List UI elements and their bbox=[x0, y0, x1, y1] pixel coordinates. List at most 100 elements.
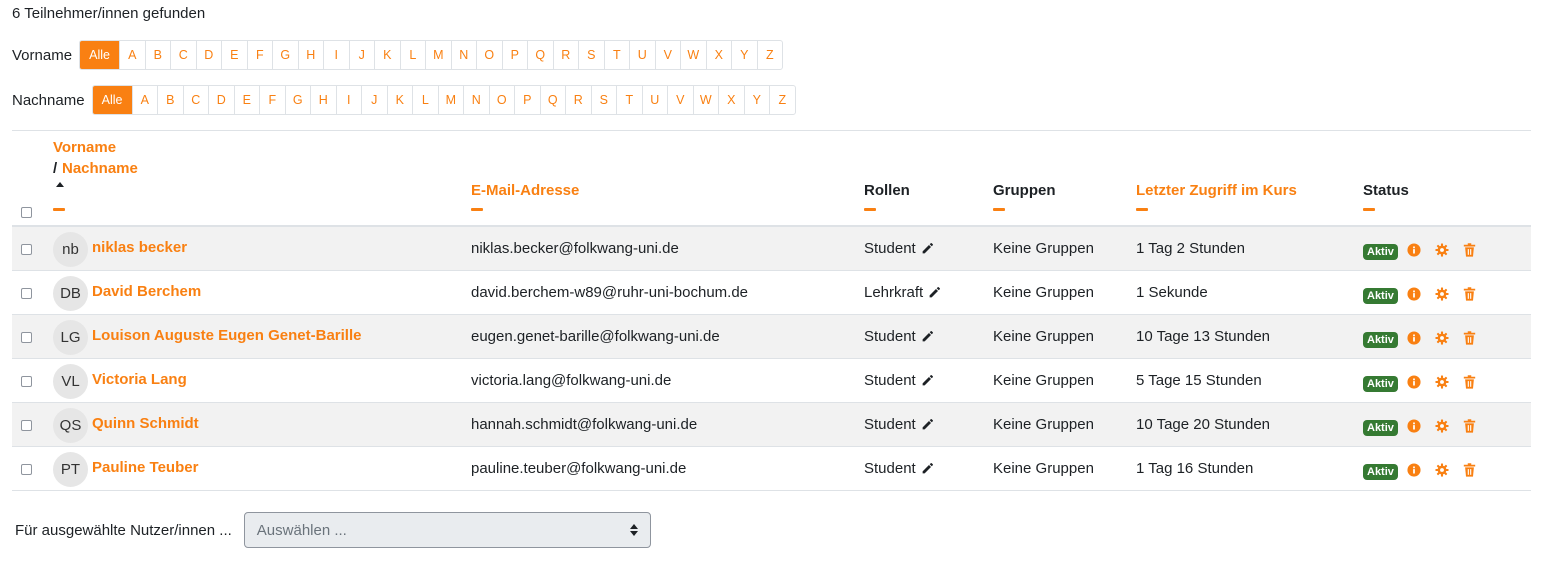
gear-icon[interactable] bbox=[1435, 419, 1449, 433]
participant-name-link[interactable]: niklas becker bbox=[92, 239, 187, 256]
trash-icon[interactable] bbox=[1463, 243, 1476, 257]
row-select-checkbox[interactable] bbox=[21, 288, 32, 299]
firstname-letter-u[interactable]: U bbox=[629, 41, 655, 69]
gear-icon[interactable] bbox=[1435, 331, 1449, 345]
lastname-letter-a[interactable]: A bbox=[131, 86, 158, 114]
lastname-letter-j[interactable]: J bbox=[361, 86, 387, 114]
sort-last-access-link[interactable]: Letzter Zugriff im Kurs bbox=[1136, 182, 1297, 199]
info-icon[interactable] bbox=[1407, 287, 1421, 301]
select-all-checkbox[interactable] bbox=[21, 207, 32, 218]
info-icon[interactable] bbox=[1407, 331, 1421, 345]
info-icon[interactable] bbox=[1407, 419, 1421, 433]
firstname-letter-t[interactable]: T bbox=[603, 41, 630, 69]
participant-name-link[interactable]: Quinn Schmidt bbox=[92, 415, 199, 432]
gear-icon[interactable] bbox=[1435, 463, 1449, 477]
lastname-letter-d[interactable]: D bbox=[208, 86, 234, 114]
firstname-letter-x[interactable]: X bbox=[705, 41, 732, 69]
lastname-letter-g[interactable]: G bbox=[284, 86, 311, 114]
lastname-letter-o[interactable]: O bbox=[488, 86, 515, 114]
firstname-letter-l[interactable]: L bbox=[399, 41, 426, 69]
lastname-letter-y[interactable]: Y bbox=[743, 86, 770, 114]
firstname-letter-h[interactable]: H bbox=[297, 41, 324, 69]
lastname-letter-i[interactable]: I bbox=[335, 86, 362, 114]
gear-icon[interactable] bbox=[1435, 375, 1449, 389]
row-select-checkbox[interactable] bbox=[21, 420, 32, 431]
firstname-letter-q[interactable]: Q bbox=[527, 41, 553, 69]
lastname-letter-l[interactable]: L bbox=[412, 86, 438, 114]
trash-icon[interactable] bbox=[1463, 331, 1476, 345]
firstname-letter-p[interactable]: P bbox=[501, 41, 528, 69]
lastname-letter-m[interactable]: M bbox=[437, 86, 464, 114]
trash-icon[interactable] bbox=[1463, 375, 1476, 389]
row-select-checkbox[interactable] bbox=[21, 244, 32, 255]
pencil-icon[interactable] bbox=[916, 374, 934, 387]
pencil-icon[interactable] bbox=[916, 330, 934, 343]
firstname-letter-r[interactable]: R bbox=[552, 41, 579, 69]
bulk-action-select[interactable]: Auswählen ... bbox=[243, 512, 651, 548]
lastname-letter-alle[interactable]: Alle bbox=[92, 86, 132, 114]
firstname-letter-j[interactable]: J bbox=[348, 41, 375, 69]
firstname-letter-b[interactable]: B bbox=[144, 41, 171, 69]
pencil-icon[interactable] bbox=[916, 242, 934, 255]
lastname-letter-h[interactable]: H bbox=[310, 86, 336, 114]
firstname-letter-f[interactable]: F bbox=[246, 41, 273, 69]
lastname-letter-v[interactable]: V bbox=[667, 86, 693, 114]
info-icon[interactable] bbox=[1407, 243, 1421, 257]
row-select-checkbox[interactable] bbox=[21, 376, 32, 387]
firstname-letter-n[interactable]: N bbox=[450, 41, 477, 69]
pencil-icon[interactable] bbox=[916, 462, 934, 475]
sort-email-link[interactable]: E-Mail-Adresse bbox=[471, 182, 579, 199]
lastname-letter-f[interactable]: F bbox=[259, 86, 285, 114]
lastname-letter-s[interactable]: S bbox=[590, 86, 617, 114]
firstname-letter-y[interactable]: Y bbox=[731, 41, 757, 69]
gear-icon[interactable] bbox=[1435, 243, 1449, 257]
firstname-letter-s[interactable]: S bbox=[578, 41, 604, 69]
lastname-letter-w[interactable]: W bbox=[692, 86, 719, 114]
firstname-letter-g[interactable]: G bbox=[272, 41, 298, 69]
avatar: PT bbox=[53, 452, 88, 487]
firstname-letter-o[interactable]: O bbox=[476, 41, 502, 69]
lastname-letter-q[interactable]: Q bbox=[539, 86, 566, 114]
pencil-icon[interactable] bbox=[923, 286, 941, 299]
row-select-checkbox[interactable] bbox=[21, 332, 32, 343]
trash-icon[interactable] bbox=[1463, 419, 1476, 433]
gear-icon[interactable] bbox=[1435, 287, 1449, 301]
lastname-letter-x[interactable]: X bbox=[718, 86, 744, 114]
lastname-letter-b[interactable]: B bbox=[157, 86, 183, 114]
firstname-letter-z[interactable]: Z bbox=[756, 41, 783, 69]
lastname-letter-k[interactable]: K bbox=[386, 86, 413, 114]
info-icon[interactable] bbox=[1407, 375, 1421, 389]
firstname-letter-c[interactable]: C bbox=[170, 41, 196, 69]
participant-name-link[interactable]: Victoria Lang bbox=[92, 371, 187, 388]
row-select-checkbox[interactable] bbox=[21, 464, 32, 475]
lastname-letter-bar: Alle A B C D E F G H I J K L M N O P Q R S T U V W X Y Z bbox=[91, 85, 796, 115]
sort-firstname-link[interactable]: Vorname bbox=[53, 139, 116, 156]
trash-icon[interactable] bbox=[1463, 463, 1476, 477]
lastname-letter-t[interactable]: T bbox=[616, 86, 642, 114]
info-icon[interactable] bbox=[1407, 463, 1421, 477]
participant-name-link[interactable]: David Berchem bbox=[92, 283, 201, 300]
lastname-letter-p[interactable]: P bbox=[514, 86, 540, 114]
lastname-letter-r[interactable]: R bbox=[565, 86, 591, 114]
firstname-letter-v[interactable]: V bbox=[654, 41, 681, 69]
firstname-letter-d[interactable]: D bbox=[195, 41, 222, 69]
firstname-letter-a[interactable]: A bbox=[119, 41, 145, 69]
firstname-letter-k[interactable]: K bbox=[374, 41, 400, 69]
firstname-letter-i[interactable]: I bbox=[323, 41, 349, 69]
participant-name-link[interactable]: Pauline Teuber bbox=[92, 459, 198, 476]
pencil-icon[interactable] bbox=[916, 418, 934, 431]
avatar: DB bbox=[53, 276, 88, 311]
lastname-letter-c[interactable]: C bbox=[182, 86, 209, 114]
lastname-letter-n[interactable]: N bbox=[463, 86, 489, 114]
bulk-action-bar: Für ausgewählte Nutzer/innen ... Auswähl… bbox=[15, 512, 651, 548]
firstname-letter-alle[interactable]: Alle bbox=[80, 41, 120, 69]
lastname-letter-e[interactable]: E bbox=[233, 86, 260, 114]
lastname-letter-z[interactable]: Z bbox=[769, 86, 795, 114]
trash-icon[interactable] bbox=[1463, 287, 1476, 301]
firstname-letter-m[interactable]: M bbox=[425, 41, 451, 69]
sort-lastname-link[interactable]: Nachname bbox=[62, 160, 138, 177]
firstname-letter-w[interactable]: W bbox=[680, 41, 706, 69]
lastname-letter-u[interactable]: U bbox=[641, 86, 668, 114]
firstname-letter-e[interactable]: E bbox=[221, 41, 247, 69]
participant-name-link[interactable]: Louison Auguste Eugen Genet-Barille bbox=[92, 327, 361, 344]
